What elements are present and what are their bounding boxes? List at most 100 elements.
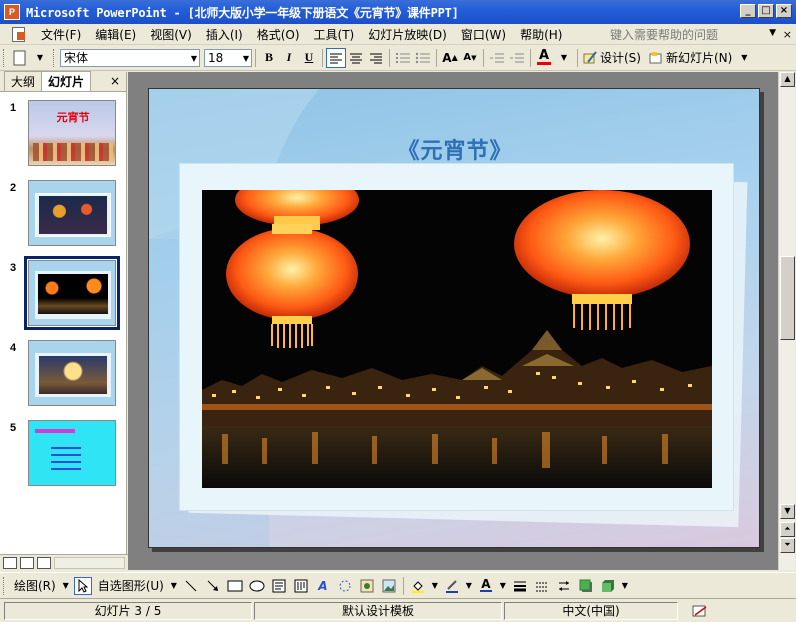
3d-style-icon[interactable]	[599, 577, 617, 595]
toolbar-grip[interactable]	[3, 48, 7, 67]
spelling-status-icon[interactable]	[680, 602, 720, 620]
align-left-icon[interactable]	[326, 47, 346, 68]
chevron-down-icon[interactable]: ▼	[499, 577, 507, 595]
menu-file[interactable]: 文件(F)	[34, 26, 88, 43]
toolbar-options-icon[interactable]: ▼	[621, 577, 629, 595]
close-button[interactable]: ×	[776, 4, 792, 18]
toolbar-separator	[436, 48, 437, 67]
slide-thumbnail[interactable]	[28, 340, 116, 406]
underline-button[interactable]: U	[299, 48, 319, 68]
line-color-icon[interactable]	[443, 577, 461, 595]
numbering-icon[interactable]	[393, 48, 413, 68]
select-objects-icon[interactable]	[73, 576, 92, 595]
fill-color-icon[interactable]	[409, 577, 427, 595]
chevron-down-icon[interactable]: ▼	[62, 577, 70, 595]
menu-view[interactable]: 视图(V)	[143, 26, 199, 43]
chevron-down-icon[interactable]: ▼	[769, 28, 776, 38]
design-button[interactable]: 设计(S)	[581, 48, 643, 68]
diagram-icon[interactable]	[336, 577, 354, 595]
menu-window[interactable]: 窗口(W)	[454, 26, 513, 43]
lantern-festival-photo[interactable]	[202, 190, 712, 488]
close-pane-button[interactable]: ×	[110, 74, 120, 88]
previous-slide-icon[interactable]: ⏶	[780, 522, 795, 537]
align-center-icon[interactable]	[346, 48, 366, 68]
align-right-icon[interactable]	[366, 48, 386, 68]
line-style-icon[interactable]	[511, 577, 529, 595]
horizontal-scrollbar[interactable]	[54, 556, 125, 569]
scroll-up-icon[interactable]: ▲	[780, 72, 795, 87]
help-question-input[interactable]: 键入需要帮助的问题	[606, 26, 778, 43]
font-color-icon[interactable]: A	[534, 48, 554, 68]
chevron-down-icon[interactable]: ▼	[170, 577, 178, 595]
oval-tool-icon[interactable]	[248, 577, 266, 595]
toolbar-separator	[322, 48, 323, 67]
new-slide-button[interactable]: 新幻灯片(N)	[647, 48, 734, 68]
menu-edit[interactable]: 编辑(E)	[88, 26, 143, 43]
line-tool-icon[interactable]	[182, 577, 200, 595]
chevron-down-icon[interactable]: ▼	[243, 54, 249, 63]
bold-button[interactable]: B	[259, 48, 279, 68]
design-template-status[interactable]: 默认设计模板	[254, 601, 502, 620]
font-name-select[interactable]: 宋体 ▼	[60, 48, 200, 67]
scrollbar-thumb[interactable]	[780, 256, 795, 340]
clip-art-icon[interactable]	[358, 577, 376, 595]
insert-picture-icon[interactable]	[380, 577, 398, 595]
toolbar-options-icon[interactable]: ▼	[30, 48, 50, 68]
dash-style-icon[interactable]	[533, 577, 551, 595]
chevron-down-icon[interactable]: ▼	[465, 577, 473, 595]
increase-indent-icon[interactable]	[507, 48, 527, 68]
tab-slides[interactable]: 幻灯片	[41, 71, 92, 91]
bullets-icon[interactable]	[413, 48, 433, 68]
arrow-tool-icon[interactable]	[204, 577, 222, 595]
slide-canvas[interactable]: 《元宵节》	[148, 88, 760, 548]
slide-thumbnail[interactable]	[28, 180, 116, 246]
slide-thumbnail-selected[interactable]	[28, 260, 116, 326]
font-size-select[interactable]: 18 ▼	[204, 48, 252, 67]
menu-tools[interactable]: 工具(T)	[307, 26, 362, 43]
toolbar-grip[interactable]	[53, 48, 57, 67]
menu-format[interactable]: 格式(O)	[250, 26, 307, 43]
slide-sorter-view-icon[interactable]	[20, 556, 34, 569]
document-icon[interactable]	[10, 26, 28, 42]
rectangle-tool-icon[interactable]	[226, 577, 244, 595]
menu-slideshow[interactable]: 幻灯片放映(D)	[361, 26, 454, 43]
toolbar-grip[interactable]	[3, 576, 7, 595]
minimize-button[interactable]: _	[740, 4, 756, 18]
slide-thumbnail[interactable]: 元宵节	[28, 100, 116, 166]
chevron-down-icon[interactable]: ▼	[554, 48, 574, 68]
slide-thumbnail[interactable]	[28, 420, 116, 486]
decrease-font-size-icon[interactable]: A ▼	[460, 48, 480, 68]
pane-tabs: 大纲 幻灯片 ×	[0, 71, 126, 92]
vertical-text-box-icon[interactable]	[292, 577, 310, 595]
wordart-icon[interactable]: A	[314, 577, 332, 595]
shadow-style-icon[interactable]	[577, 577, 595, 595]
powerpoint-app-icon[interactable]: P	[4, 4, 20, 20]
autoshapes-menu-button[interactable]: 自选图形(U)	[94, 577, 168, 594]
drawing-font-color-icon[interactable]: A	[477, 577, 495, 595]
document-close-button[interactable]: ×	[783, 28, 792, 41]
increase-font-size-icon[interactable]: A ▲	[440, 48, 460, 68]
menu-help[interactable]: 帮助(H)	[513, 26, 569, 43]
slide-editor: 《元宵节》	[128, 72, 778, 570]
slide-title[interactable]: 《元宵节》	[149, 133, 759, 165]
normal-view-icon[interactable]	[3, 556, 17, 569]
slideshow-view-icon[interactable]	[37, 556, 51, 569]
next-slide-icon[interactable]: ⏷	[780, 538, 795, 553]
vertical-scrollbar[interactable]: ▲ ▼ ⏶ ⏷	[778, 72, 795, 570]
chevron-down-icon[interactable]: ▼	[191, 54, 197, 63]
new-document-icon[interactable]	[10, 48, 30, 68]
italic-button[interactable]: I	[279, 48, 299, 68]
toolbar-options-icon[interactable]: ▼	[734, 48, 754, 68]
slide-number: 3	[10, 262, 17, 274]
draw-menu-button[interactable]: 绘图(R)	[10, 577, 60, 594]
tab-outline[interactable]: 大纲	[4, 71, 43, 91]
slide-number: 2	[10, 182, 17, 194]
window-title: Microsoft PowerPoint - [北师大版小学一年级下册语文《元宵…	[26, 5, 459, 20]
text-box-icon[interactable]	[270, 577, 288, 595]
chevron-down-icon[interactable]: ▼	[431, 577, 439, 595]
decrease-indent-icon[interactable]	[487, 48, 507, 68]
maximize-button[interactable]: □	[758, 4, 774, 18]
arrow-style-icon[interactable]	[555, 577, 573, 595]
scroll-down-icon[interactable]: ▼	[780, 504, 795, 519]
menu-insert[interactable]: 插入(I)	[199, 26, 250, 43]
